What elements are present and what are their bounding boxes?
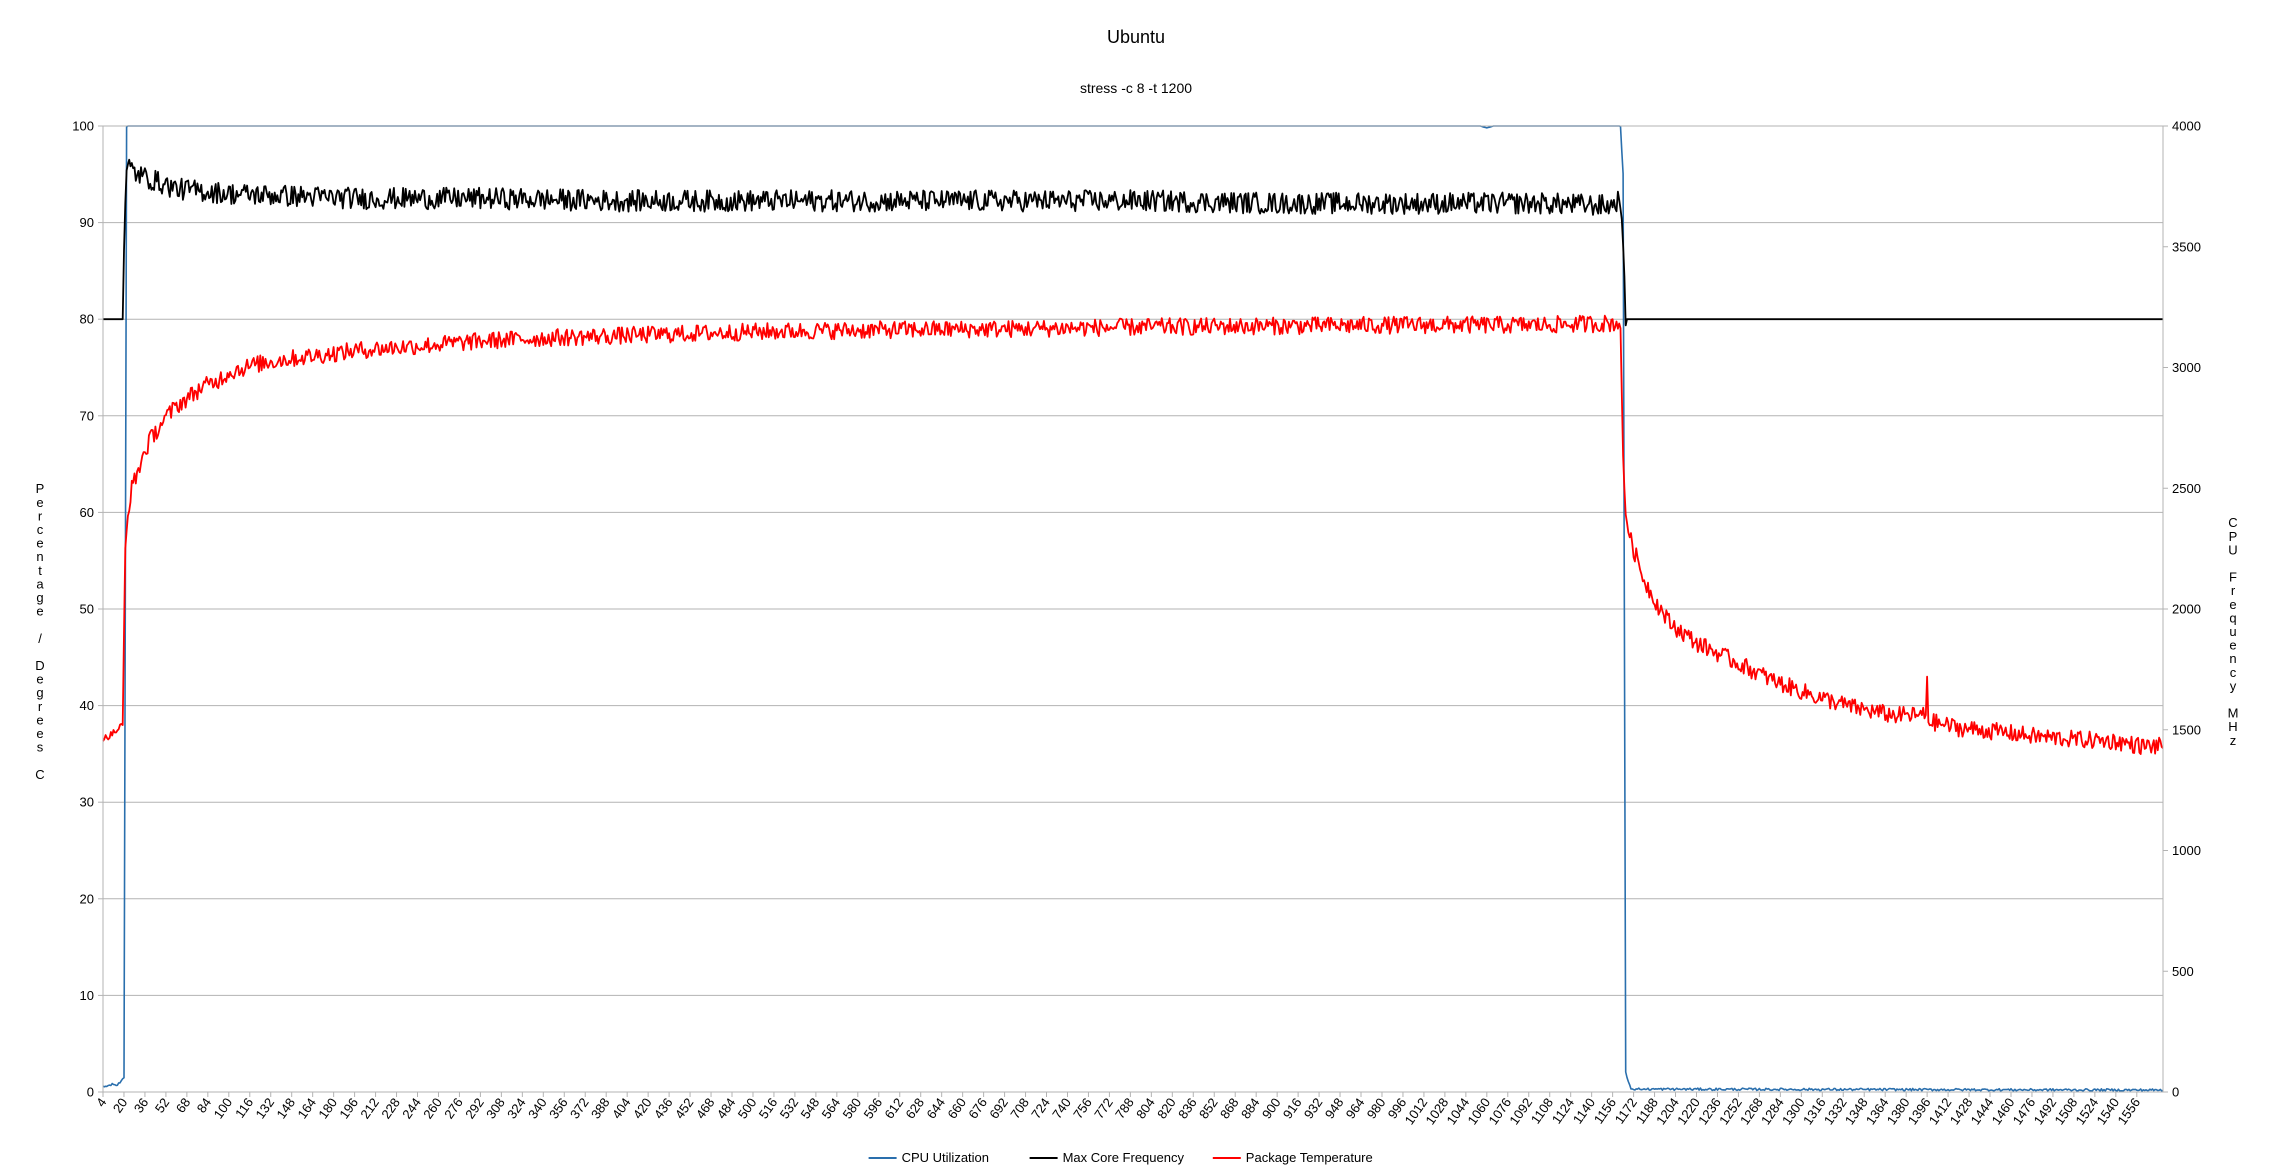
y2-tick-label: 1500 — [2172, 722, 2201, 737]
y-tick-label: 80 — [80, 312, 94, 327]
y-tick-label: 90 — [80, 215, 94, 230]
y2label-char: z — [2230, 733, 2237, 748]
chart-root: Ubuntu stress -c 8 -t 1200 0 10 20 30 40 50 60… — [0, 0, 2272, 1170]
y-tick-label: 30 — [80, 795, 94, 810]
legend-label: Package Temperature — [1246, 1150, 1373, 1165]
legend-label: CPU Utilization — [902, 1150, 989, 1165]
y2-tick-label: 2500 — [2172, 481, 2201, 496]
y-tick-label: 10 — [80, 988, 94, 1003]
chart-subtitle: stress -c 8 -t 1200 — [1080, 80, 1192, 96]
y-tick-label: 60 — [80, 505, 94, 520]
y2label-char: U — [2228, 542, 2237, 557]
legend-label: Max Core Frequency — [1063, 1150, 1185, 1165]
y2-tick-label: 500 — [2172, 964, 2194, 979]
y-tick-label: 20 — [80, 891, 94, 906]
y2-tick-label: 2000 — [2172, 602, 2201, 617]
chart-title: Ubuntu — [1107, 27, 1165, 47]
chart-background — [0, 0, 2272, 1170]
ylabel-char: s — [37, 740, 44, 755]
legend: CPU Utilization Max Core Frequency Package… — [868, 1150, 1373, 1165]
y-tick-label: 0 — [87, 1085, 94, 1100]
y2-tick-label: 0 — [2172, 1085, 2179, 1100]
y2label-char: y — [2230, 678, 2237, 693]
y-tick-label: 40 — [80, 698, 94, 713]
y2-tick-label: 3000 — [2172, 360, 2201, 375]
y2-tick-label: 4000 — [2172, 119, 2201, 134]
ylabel-char: / — [38, 631, 42, 646]
ylabel-char: e — [36, 604, 43, 619]
y2-tick-label: 1000 — [2172, 843, 2201, 858]
y-tick-label: 50 — [80, 602, 94, 617]
chart-svg: Ubuntu stress -c 8 -t 1200 0 10 20 30 40 50 60… — [0, 0, 2272, 1170]
y2-tick-label: 3500 — [2172, 239, 2201, 254]
y-tick-label: 100 — [72, 119, 94, 134]
ylabel-char: C — [35, 767, 44, 782]
y-tick-label: 70 — [80, 408, 94, 423]
